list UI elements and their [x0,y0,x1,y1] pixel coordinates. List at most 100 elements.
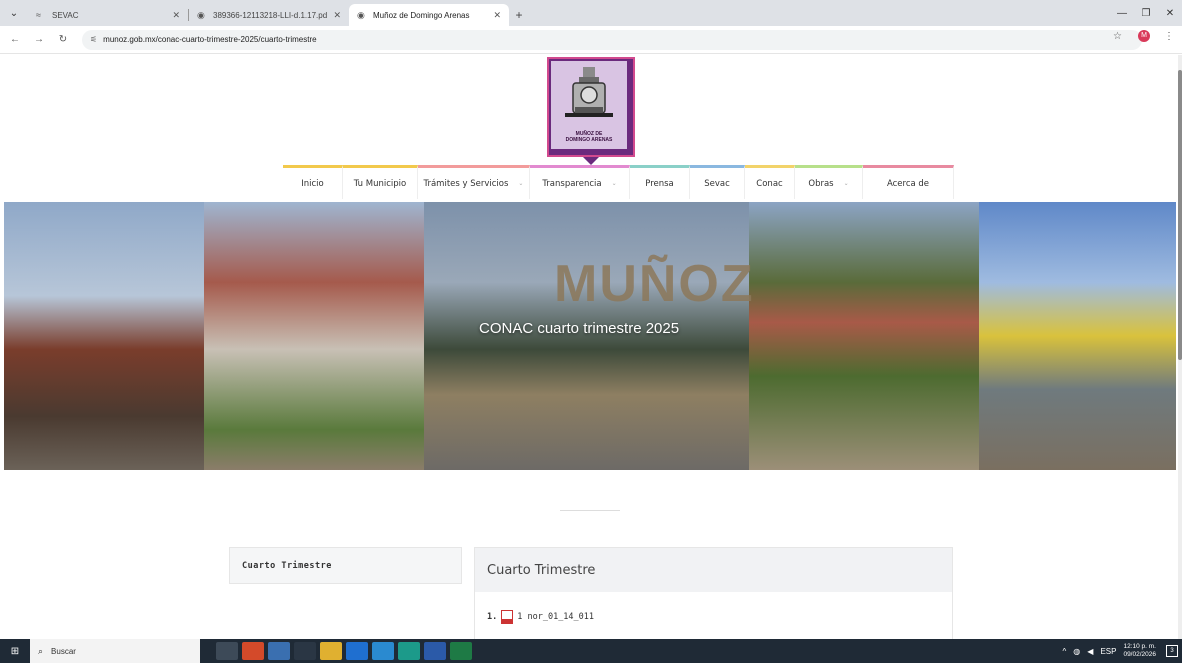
browser-tab-strip: ⌄ ≈ SEVAC ✕ ◉ 389366-12113218-LLI-d.1.17… [0,0,1182,26]
tab-label: SEVAC [52,10,79,20]
section-divider [560,510,620,511]
more-menu-icon[interactable]: ⋮ [1164,31,1174,42]
nav-label: Transparencia [542,178,602,189]
logo-line2: DOMINGO ARENAS [565,137,613,143]
nav-label: Sevac [704,178,730,189]
file-link[interactable]: 1 nor_01_14_011 [517,612,594,622]
windows-start-icon[interactable]: ⊞ [0,639,30,663]
web-page: MUÑOZ DE DOMINGO ARENAS Inicio Tu Munici… [0,55,1178,639]
window-controls: — ❐ ✕ [1110,0,1182,26]
nav-label: Conac [756,178,783,189]
file-explorer-icon[interactable] [320,642,342,660]
notification-icon[interactable]: 3 [1166,645,1178,657]
chevron-down-icon: ⌄ [611,180,617,187]
sidebar-card-label: Cuarto Trimestre [242,560,332,571]
task-view-icon[interactable] [216,642,238,660]
edge-icon[interactable] [372,642,394,660]
taskbar-clock[interactable]: 12:10 p. m. 09/02/2026 [1123,643,1156,659]
network-icon[interactable]: ◍ [1073,647,1080,656]
system-tray: ^ ◍ ◀ ESP 12:10 p. m. 09/02/2026 3 [1063,639,1178,663]
nav-label: Acerca de [886,178,930,189]
municipality-logo[interactable]: MUÑOZ DE DOMINGO ARENAS [547,57,635,165]
pdf-file-icon [501,610,514,624]
nav-label: Tu Municipio [353,178,407,189]
close-icon[interactable]: ✕ [333,10,341,21]
app-icon[interactable] [294,642,316,660]
page-scrollbar[interactable] [1178,55,1182,639]
language-indicator[interactable]: ESP [1100,647,1116,656]
nav-obras[interactable]: Obras ⌄ [795,165,863,199]
search-icon: ⌕ [38,645,44,656]
close-icon[interactable]: ✕ [493,10,501,21]
content-card: Cuarto Trimestre 1. 1 nor_01_14_011 [474,547,953,639]
tab-label: Muñoz de Domingo Arenas [373,10,470,20]
tab-munoz[interactable]: ◉ Muñoz de Domingo Arenas ✕ [349,4,509,26]
word-icon[interactable] [424,642,446,660]
nav-acerca-de[interactable]: Acerca de [863,165,954,199]
taskbar-apps [216,642,476,660]
nav-tu-municipio[interactable]: Tu Municipio [343,165,418,199]
nav-tramites-servicios[interactable]: Trámites y Servicios ⌄ [418,165,530,199]
hero-banner: MUÑOZ CONAC cuarto trimestre 2025 [4,202,1176,470]
forward-arrow-icon[interactable]: → [30,34,48,45]
signal-icon: ≈ [36,10,41,20]
minimize-icon[interactable]: — [1110,0,1134,26]
bookmark-star-icon[interactable]: ☆ [1113,31,1122,42]
chevron-down-icon: ⌄ [518,180,524,187]
nav-conac[interactable]: Conac [745,165,795,199]
chevron-down-icon: ⌄ [843,180,849,187]
excel-icon[interactable] [450,642,472,660]
close-icon[interactable]: ✕ [172,10,180,21]
calculator-icon[interactable] [268,642,290,660]
file-list-item[interactable]: 1. 1 nor_01_14_011 [487,610,594,624]
main-navigation: Inicio Tu Municipio Trámites y Servicios… [283,165,954,199]
maximize-icon[interactable]: ❐ [1134,0,1158,26]
reload-icon[interactable]: ↻ [54,34,72,45]
profile-avatar[interactable]: M [1138,30,1150,42]
nav-transparencia[interactable]: Transparencia ⌄ [530,165,630,199]
url-text: munoz.gob.mx/conac-cuarto-trimestre-2025… [103,35,317,44]
chevron-up-icon[interactable]: ^ [1063,647,1067,656]
content-heading: Cuarto Trimestre [475,548,952,592]
hero-photo-train [4,202,204,470]
nav-label: Trámites y Servicios [423,178,509,189]
app-icon[interactable] [346,642,368,660]
nav-label: Prensa [645,178,674,189]
nav-prensa[interactable]: Prensa [630,165,690,199]
nav-sevac[interactable]: Sevac [690,165,745,199]
hero-title: CONAC cuarto trimestre 2025 [479,320,680,337]
address-bar: ← → ↻ ⚟ munoz.gob.mx/conac-cuarto-trimes… [0,26,1182,54]
back-arrow-icon[interactable]: ← [6,34,24,45]
globe-icon: ◉ [357,10,365,20]
os-taskbar: ⊞ ⌕ Buscar ^ ◍ ◀ ESP 12:10 p. m. 09/02/2… [0,639,1182,663]
tab-sevac[interactable]: ≈ SEVAC ✕ [28,4,188,26]
file-number: 1. [487,612,498,622]
scrollbar-thumb[interactable] [1178,70,1182,360]
tab-pdf[interactable]: ◉ 389366-12113218-LLI-d.1.17.pd ✕ [189,4,349,26]
site-info-icon[interactable]: ⚟ [90,35,97,44]
url-field[interactable]: ⚟ munoz.gob.mx/conac-cuarto-trimestre-20… [82,29,1142,50]
sidebar-card[interactable]: Cuarto Trimestre [229,547,462,584]
hero-photo-clock-tower [979,202,1176,470]
tab-label: 389366-12113218-LLI-d.1.17.pd [213,10,328,20]
clock-time: 12:10 p. m. [1123,643,1156,650]
nav-label: Obras [808,178,834,189]
logo-text: MUÑOZ DE DOMINGO ARENAS [551,131,627,143]
nav-inicio[interactable]: Inicio [283,165,343,199]
nav-label: Inicio [301,178,324,189]
close-window-icon[interactable]: ✕ [1158,0,1182,26]
hero-photo-building [204,202,439,470]
new-tab-plus-icon[interactable]: + [509,4,529,26]
tab-search-icon[interactable]: ⌄ [0,0,28,26]
locomotive-emblem-icon [565,67,613,117]
clock-date: 09/02/2026 [1123,651,1156,658]
logo-point [583,157,599,165]
browser-icon[interactable] [398,642,420,660]
search-placeholder: Buscar [51,646,76,656]
speaker-icon[interactable]: ◀ [1087,647,1093,656]
taskbar-search[interactable]: ⌕ Buscar [30,639,200,663]
globe-icon: ◉ [197,10,205,20]
hero-photo-kiosk [749,202,984,470]
chrome-icon[interactable] [242,642,264,660]
hero-sign-text: MUÑOZ [554,255,755,313]
